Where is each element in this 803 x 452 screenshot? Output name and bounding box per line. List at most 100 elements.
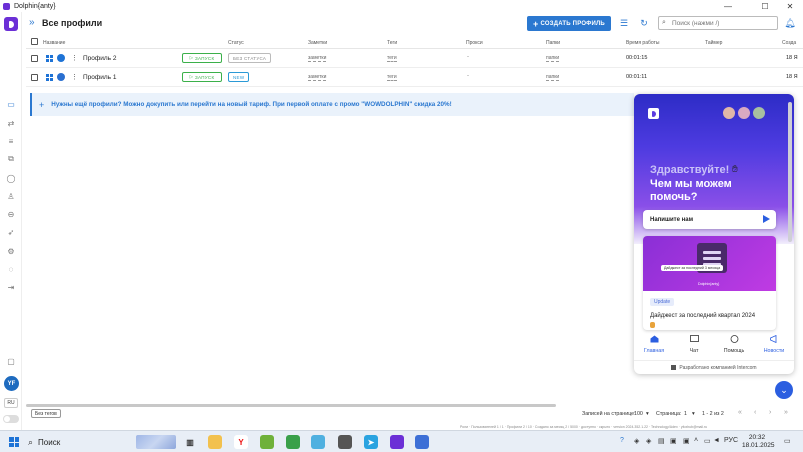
window-icon[interactable]: ▢ — [5, 355, 17, 367]
notes-cell[interactable]: заметки — [308, 55, 327, 62]
column-status[interactable]: Статус — [228, 40, 244, 46]
folders-cell[interactable]: папки — [546, 55, 560, 62]
app-icon[interactable] — [286, 435, 300, 449]
telegram-icon[interactable]: ➤ — [364, 435, 378, 449]
help-tray-icon[interactable]: ? — [620, 437, 624, 444]
extensions-icon[interactable]: ⊖ — [5, 208, 17, 220]
rocket-icon[interactable]: ➶ — [5, 226, 17, 238]
tags-cell[interactable]: теги — [387, 55, 397, 62]
dolphin-logo-icon[interactable] — [4, 17, 18, 31]
proxy-icon[interactable]: ⇄ — [5, 117, 17, 129]
close-icon[interactable]: ✕ — [777, 0, 803, 12]
no-tags-button[interactable]: Без тегов — [31, 409, 61, 418]
table-row[interactable]: ⋮ Профиль 1 ▷ ЗАПУСК NEW заметки теги - … — [26, 68, 803, 87]
theme-toggle[interactable] — [3, 415, 19, 423]
next-page-icon[interactable]: › — [769, 409, 771, 416]
search-box[interactable]: ⌕ — [658, 16, 778, 30]
tray-app-icon[interactable]: ▤ — [658, 437, 665, 445]
column-name[interactable]: Название — [43, 40, 65, 46]
yandex-browser-icon[interactable]: Y — [234, 435, 248, 449]
filter-icon[interactable]: ☰ — [618, 17, 630, 29]
folders-cell[interactable]: папки — [546, 74, 560, 81]
tips-icon[interactable]: ◌ — [5, 263, 17, 275]
volume-icon[interactable]: ◄ — [713, 437, 720, 444]
row-checkbox[interactable] — [31, 55, 38, 62]
column-tags[interactable]: Теги — [387, 40, 397, 46]
maximize-icon[interactable]: ☐ — [752, 0, 778, 12]
rows-per-page-select[interactable]: 100 — [634, 411, 643, 417]
proxy-cell[interactable]: - — [467, 54, 469, 60]
calculator-icon[interactable] — [338, 435, 352, 449]
expand-sidebar-icon[interactable]: » — [29, 17, 35, 28]
profiles-icon[interactable]: ▭ — [5, 98, 17, 110]
news-card[interactable]: Дайджест за последний 3 месяца Dolphin{a… — [643, 236, 776, 330]
copy-icon[interactable]: ⧉ — [5, 153, 17, 165]
tray-app-icon[interactable]: ◈ — [646, 437, 651, 445]
dolphin-taskbar-icon[interactable] — [390, 435, 404, 449]
app-icon[interactable] — [311, 435, 325, 449]
intercom-tab-chat[interactable]: Чат — [674, 330, 714, 360]
intercom-collapse-button[interactable]: ⌄ — [775, 381, 793, 399]
minimize-icon[interactable]: — — [715, 0, 741, 12]
row-checkbox[interactable] — [31, 74, 38, 81]
users-icon[interactable]: ♙ — [5, 190, 17, 202]
status-badge[interactable]: NEW — [228, 72, 250, 82]
send-message-button[interactable]: Напишите нам — [643, 210, 776, 229]
promo-banner[interactable]: + Нужны ещё профили? Можно докупить или … — [30, 93, 634, 116]
settings-icon[interactable]: ⚙ — [5, 245, 17, 257]
last-page-icon[interactable]: » — [784, 409, 788, 416]
column-created[interactable]: Созда — [782, 40, 796, 46]
chat-icon[interactable]: ◯ — [5, 172, 17, 184]
column-timer[interactable]: Таймер — [705, 40, 722, 46]
input-language[interactable]: РУС — [724, 437, 738, 444]
notes-cell[interactable]: заметки — [308, 74, 327, 81]
user-avatar[interactable]: YF — [4, 376, 19, 391]
tray-app-icon[interactable]: ▣ — [683, 437, 690, 445]
select-all-checkbox[interactable] — [31, 38, 38, 45]
task-view-icon[interactable]: ▥ — [183, 435, 197, 449]
show-hidden-icon[interactable]: ˄ — [694, 437, 698, 444]
first-page-icon[interactable]: « — [738, 409, 742, 416]
tray-app-icon[interactable]: ◈ — [634, 437, 639, 445]
column-uptime[interactable]: Время работы — [626, 40, 659, 46]
intercom-tab-home[interactable]: Главная — [634, 330, 674, 360]
chevron-down-icon[interactable]: ▾ — [692, 411, 695, 417]
promo-text[interactable]: Нужны ещё профили? Можно докупить или пе… — [51, 101, 451, 108]
proxy-cell[interactable]: - — [467, 73, 469, 79]
language-switch[interactable]: RU — [4, 398, 18, 408]
row-menu-icon[interactable]: ⋮ — [71, 73, 78, 81]
logout-icon[interactable]: ⇥ — [5, 281, 17, 293]
taskbar-clock[interactable]: 20:32 18.01.2025 — [742, 434, 775, 450]
notification-center-icon[interactable]: ▭ — [784, 437, 791, 445]
notifications-bell-icon[interactable]: 🔔︎ — [784, 17, 796, 29]
app-icon[interactable] — [415, 435, 429, 449]
network-icon[interactable]: ▭ — [704, 437, 711, 445]
automation-icon[interactable]: ≡ — [5, 135, 17, 147]
horizontal-scrollbar[interactable] — [26, 404, 556, 407]
tags-cell[interactable]: теги — [387, 74, 397, 81]
column-folders[interactable]: Папки — [546, 40, 560, 46]
chevron-down-icon[interactable]: ▾ — [646, 411, 649, 417]
file-explorer-icon[interactable] — [208, 435, 222, 449]
status-badge[interactable]: БЕЗ СТАТУСА — [228, 53, 272, 63]
intercom-scrollbar[interactable] — [788, 100, 792, 330]
search-input[interactable] — [672, 19, 772, 27]
page-select[interactable]: 1 — [684, 411, 687, 417]
table-row[interactable]: ⋮ Профиль 2 ▷ ЗАПУСК БЕЗ СТАТУСА заметки… — [26, 49, 803, 68]
start-profile-button[interactable]: ▷ ЗАПУСК — [182, 72, 222, 82]
column-proxy[interactable]: Прокси — [466, 40, 483, 46]
prev-page-icon[interactable]: ‹ — [754, 409, 756, 416]
profile-name[interactable]: Профиль 2 — [83, 55, 116, 62]
tray-app-icon[interactable]: ▣ — [670, 437, 677, 445]
app-icon[interactable] — [260, 435, 274, 449]
start-profile-button[interactable]: ▷ ЗАПУСК — [182, 53, 222, 63]
refresh-icon[interactable]: ↻ — [638, 17, 650, 29]
create-profile-button[interactable]: + СОЗДАТЬ ПРОФИЛЬ — [527, 16, 611, 31]
taskbar-search[interactable]: ⌕ Поиск — [28, 435, 178, 449]
intercom-tab-news[interactable]: Новости — [754, 330, 794, 360]
column-notes[interactable]: Заметки — [308, 40, 327, 46]
profile-name[interactable]: Профиль 1 — [83, 74, 116, 81]
windows-start-icon[interactable] — [9, 437, 19, 447]
row-menu-icon[interactable]: ⋮ — [71, 54, 78, 62]
intercom-tab-help[interactable]: Помощь — [714, 330, 754, 360]
